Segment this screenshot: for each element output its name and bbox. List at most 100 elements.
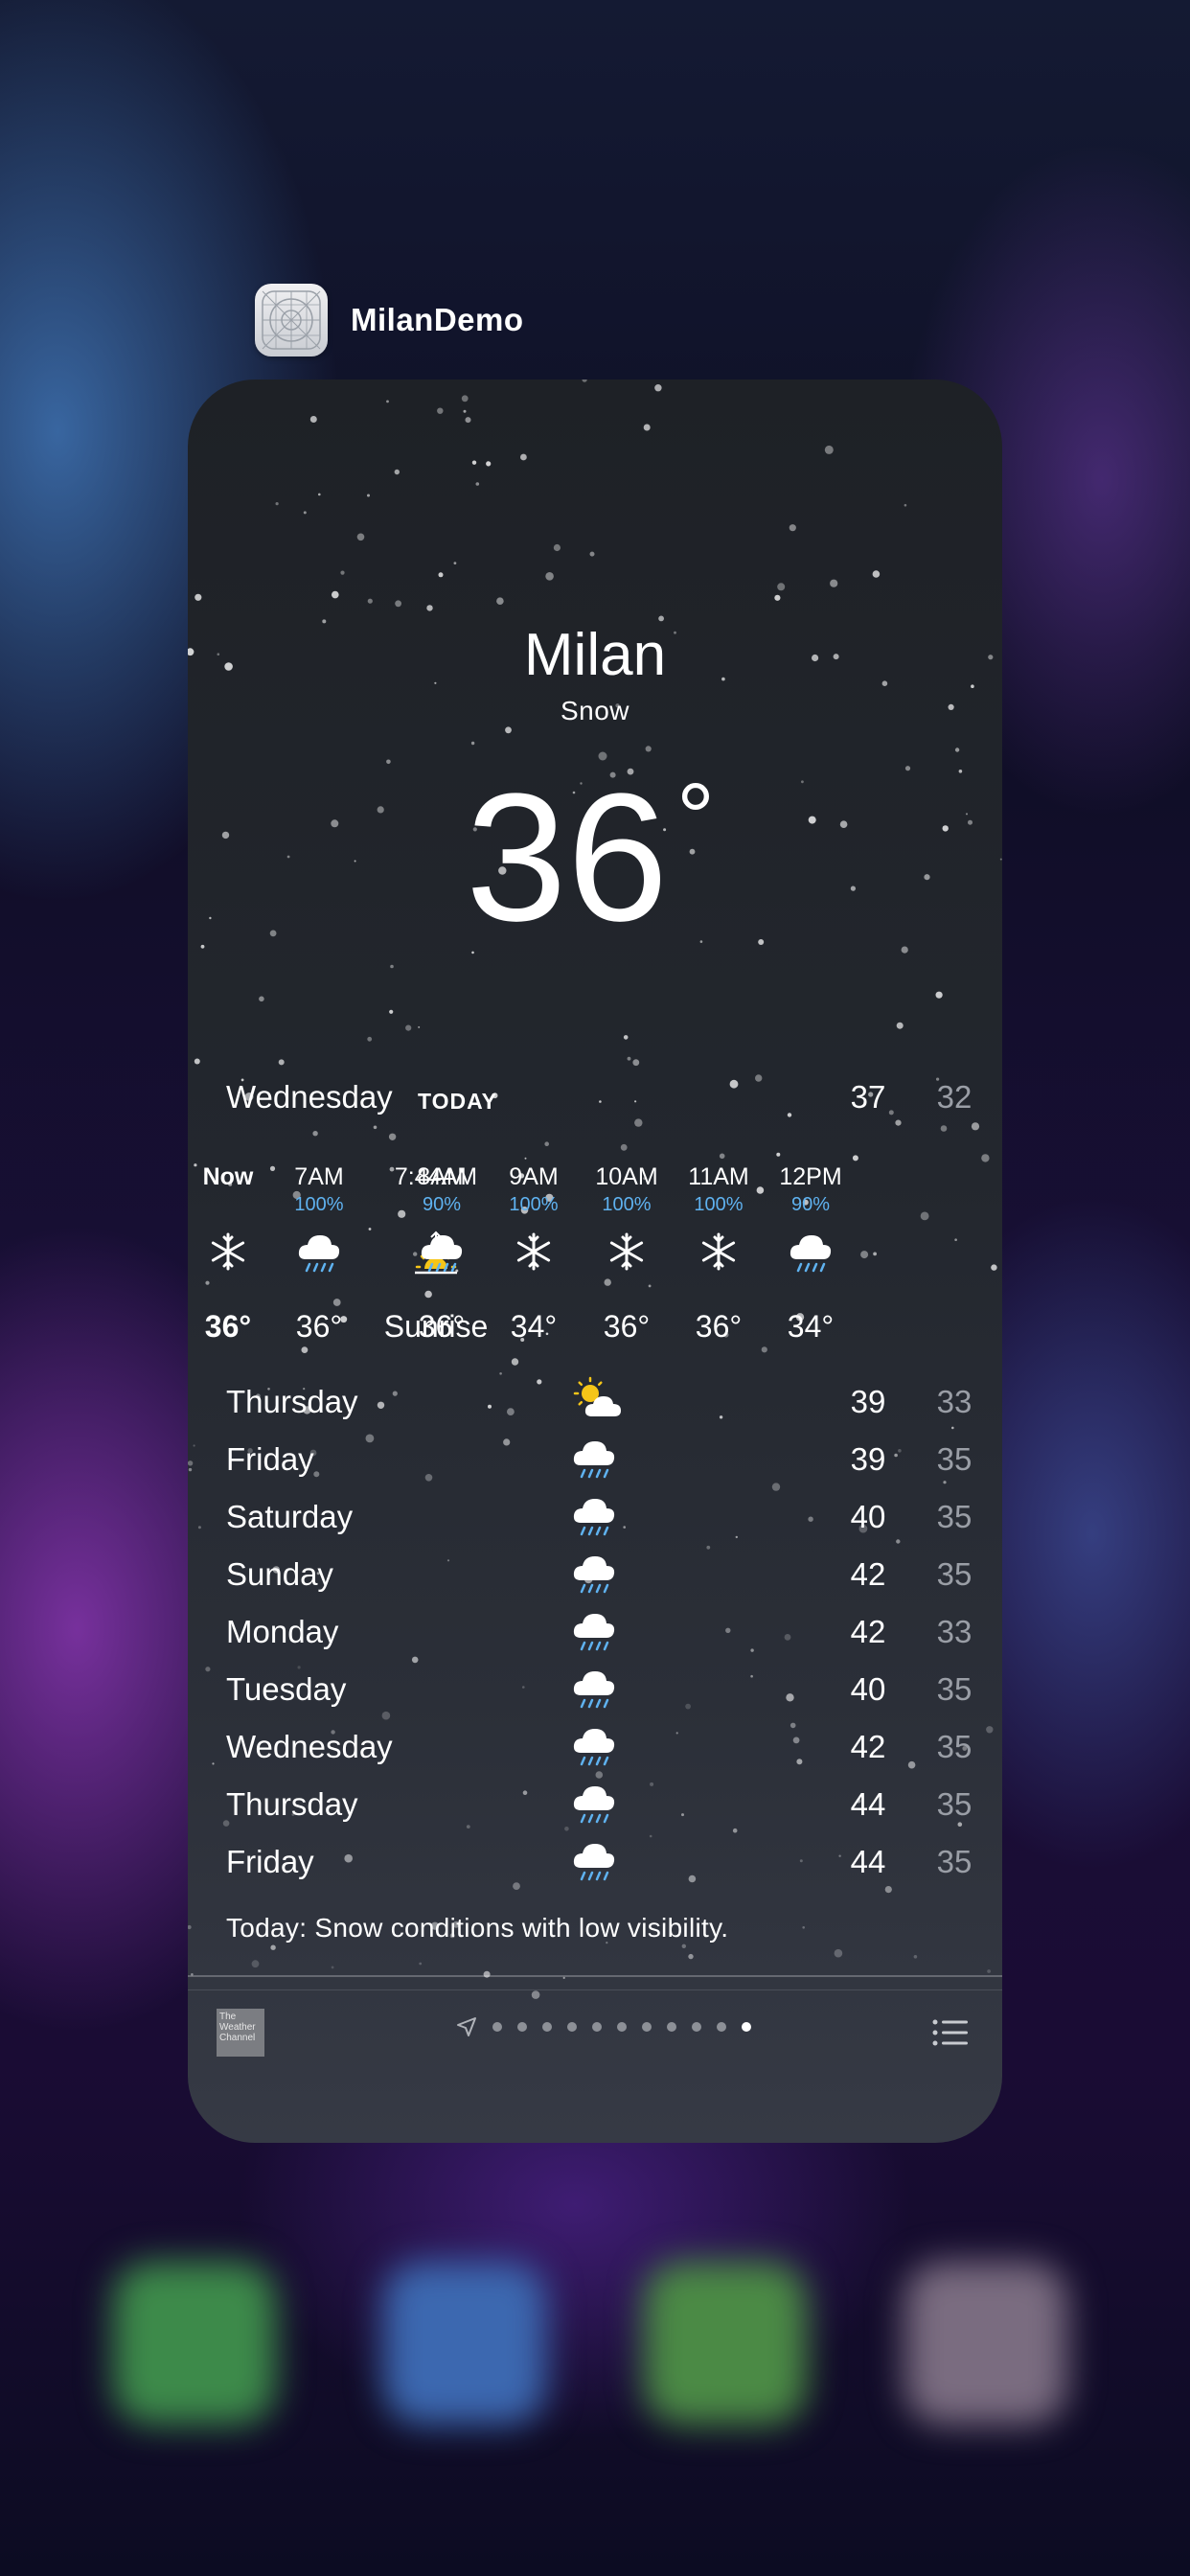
snow-particle	[981, 1154, 990, 1162]
day-name: Wednesday	[226, 1729, 393, 1764]
daily-row: Tuesday 40 35	[226, 1664, 972, 1716]
snow-particle	[259, 996, 264, 1002]
hour-precip: 90%	[422, 1194, 462, 1215]
list-icon[interactable]	[931, 2017, 970, 2053]
page-dot[interactable]	[667, 2022, 676, 2032]
page-indicator[interactable]	[456, 2016, 759, 2037]
snowflake-icon	[188, 1230, 276, 1278]
snow-particle	[789, 524, 796, 532]
partly-cloudy-icon	[571, 1376, 629, 1429]
snow-particle	[620, 1143, 628, 1151]
hour-precip: 100%	[602, 1194, 652, 1215]
snow-particle	[999, 858, 1002, 861]
day-low: 35	[936, 1556, 973, 1592]
page-dot[interactable]	[567, 2022, 577, 2032]
hour-precip: 90%	[790, 1194, 831, 1215]
day-high: 42	[850, 1614, 886, 1649]
snow-particle	[486, 461, 492, 467]
page-dot[interactable]	[592, 2022, 602, 2032]
snow-particle	[389, 1009, 394, 1014]
hour-column: 10AM 100% 36°	[579, 1163, 675, 1345]
hour-temp: 36°	[603, 1309, 651, 1344]
hour-precip	[188, 1194, 276, 1223]
snow-particle	[632, 1059, 640, 1067]
snow-particle	[935, 991, 943, 999]
snow-particle	[275, 502, 279, 506]
snow-particle	[453, 562, 457, 564]
snow-particle	[774, 594, 781, 601]
hour-precip: 100%	[509, 1194, 559, 1215]
snow-particle	[367, 598, 373, 604]
snow-particle	[367, 494, 370, 497]
page-dot[interactable]	[542, 2022, 552, 2032]
hour-column: 11AM 100% 36°	[671, 1163, 767, 1345]
hour-time: 9AM	[509, 1163, 559, 1190]
snow-particle	[901, 946, 908, 954]
snow-particle	[221, 831, 230, 840]
snow-particle	[461, 395, 469, 402]
snow-particle	[873, 1252, 877, 1256]
snow-particle	[195, 593, 202, 601]
snow-particle	[331, 819, 339, 828]
snow-particle	[824, 445, 834, 454]
snow-particle	[895, 1119, 902, 1126]
app-switcher-header[interactable]: MilanDemo	[255, 284, 524, 356]
page-dot[interactable]	[642, 2022, 652, 2032]
snow-particle	[777, 583, 786, 591]
weather-channel-logo[interactable]: The Weather Channel	[217, 2009, 264, 2057]
page-dot[interactable]	[717, 2022, 726, 2032]
condition-text: Snow	[560, 696, 630, 725]
snow-particle	[986, 1726, 994, 1734]
snow-particle	[758, 939, 765, 945]
snow-particle	[269, 930, 277, 937]
rain-cloud-icon	[571, 1434, 629, 1486]
hour-temp: 36°	[204, 1309, 252, 1344]
dock-app-icon	[383, 2262, 546, 2425]
snow-particle	[418, 1025, 421, 1028]
day-high: 44	[850, 1786, 886, 1822]
snowflake-icon	[579, 1230, 675, 1278]
rain-cloud-icon	[571, 1606, 629, 1659]
app-card[interactable]: Milan Snow 36 ° Wednesday TODAY 37 32 No…	[188, 380, 1002, 2143]
snow-particle	[340, 570, 345, 575]
snow-particle	[808, 816, 816, 824]
day-high: 40	[850, 1499, 886, 1534]
snow-particle	[688, 1953, 694, 1960]
snow-particle	[354, 860, 356, 862]
degree-symbol: °	[676, 764, 715, 871]
daily-row: Wednesday 42 35	[226, 1721, 972, 1774]
rain-cloud-icon	[394, 1230, 490, 1278]
snow-particle	[958, 770, 963, 773]
snow-particle	[386, 759, 391, 765]
snow-particle	[830, 579, 838, 587]
day-high: 42	[850, 1556, 886, 1592]
snow-particle	[954, 1238, 957, 1241]
day-name: Thursday	[226, 1786, 358, 1822]
snow-particle	[194, 1058, 200, 1065]
day-name: Saturday	[226, 1499, 354, 1534]
daily-row: Friday 39 35	[226, 1434, 972, 1486]
snow-particle	[924, 874, 930, 881]
day-high: 44	[850, 1844, 886, 1879]
hour-column: 7AM 100% 36°	[271, 1163, 367, 1345]
snow-particle	[920, 1211, 929, 1221]
snow-particle	[582, 380, 587, 382]
snow-particle	[834, 1948, 843, 1958]
snow-particle	[405, 1024, 412, 1031]
page-dot-active[interactable]	[742, 2022, 751, 2032]
page-dot[interactable]	[692, 2022, 701, 2032]
hour-time: 8AM	[417, 1163, 467, 1190]
snow-particle	[802, 1926, 805, 1929]
snow-particle	[913, 1955, 918, 1959]
snow-particle	[499, 1372, 502, 1375]
page-dot[interactable]	[492, 2022, 502, 2032]
rain-cloud-icon	[571, 1721, 629, 1774]
page-dot[interactable]	[517, 2022, 527, 2032]
page-dot[interactable]	[617, 2022, 627, 2032]
snow-particle	[896, 1022, 904, 1029]
snow-particle	[654, 384, 662, 392]
snow-particle	[419, 1962, 423, 1966]
snow-particle	[511, 1358, 519, 1366]
snow-particle	[470, 741, 475, 746]
snow-particle	[188, 1924, 192, 1930]
